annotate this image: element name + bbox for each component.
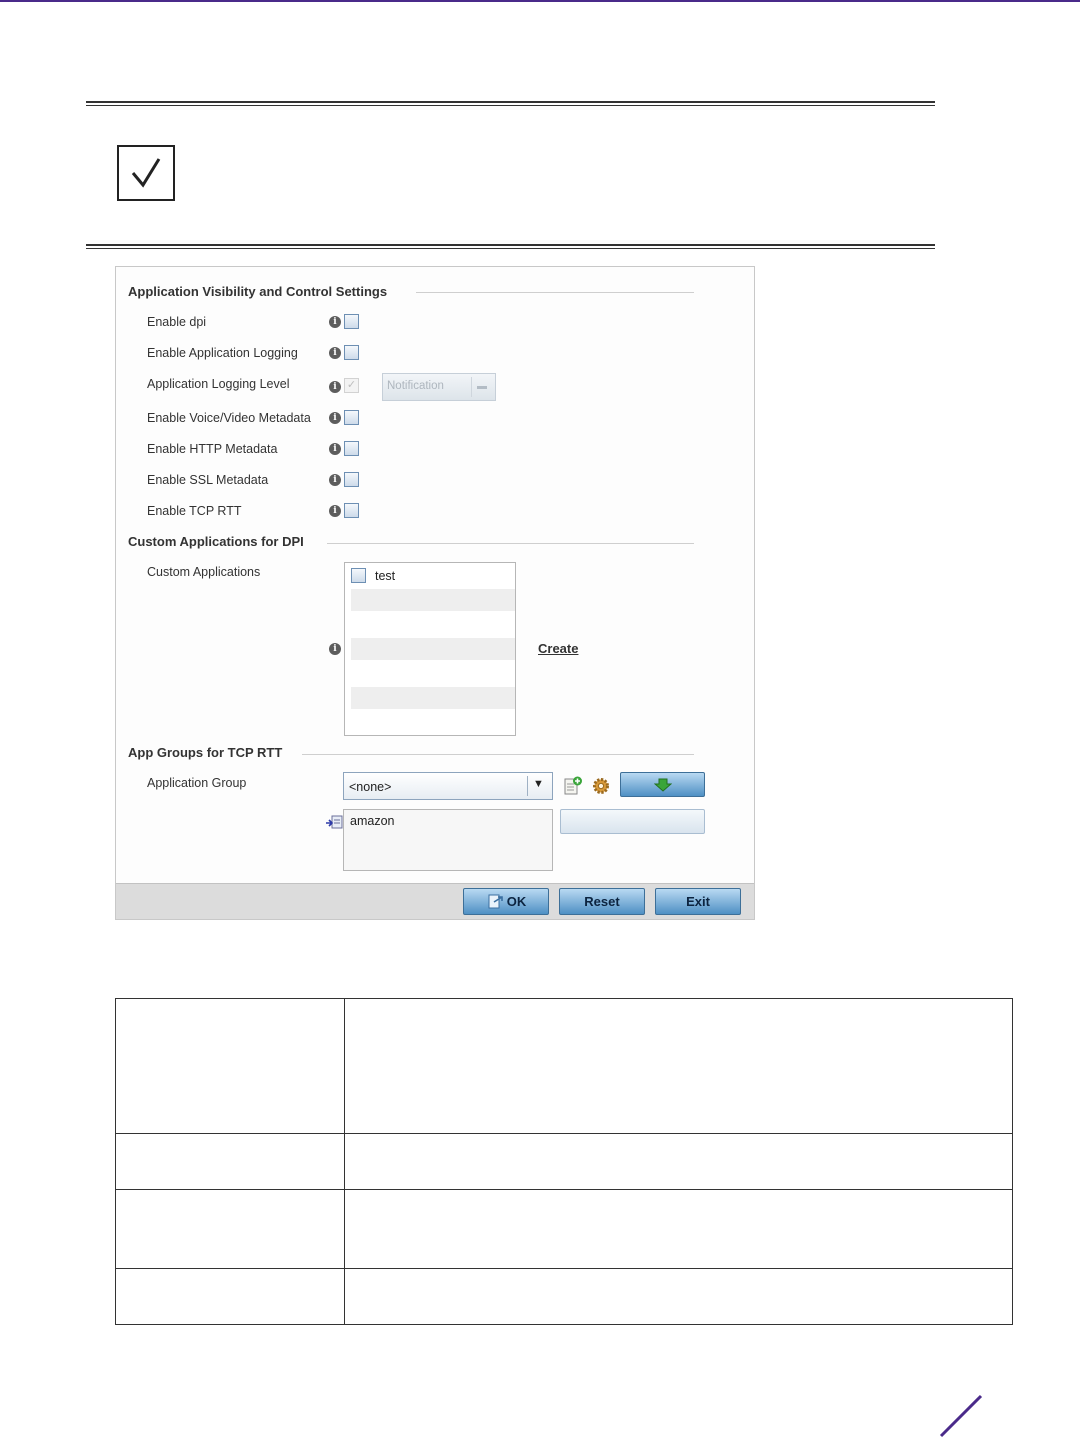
section-divider	[327, 543, 694, 544]
custom-applications-list[interactable]: test	[344, 562, 516, 736]
application-group-list[interactable]: amazon	[343, 809, 553, 871]
gear-icon[interactable]	[591, 776, 611, 801]
add-group-icon[interactable]	[563, 776, 583, 801]
table-row	[115, 1268, 1013, 1325]
note-bottom-rule	[86, 244, 935, 249]
app-logging-level-checkbox: ✓	[344, 378, 359, 393]
logging-level-value: Notification	[387, 380, 444, 392]
logging-level-select: Notification	[382, 373, 496, 401]
section-title-custom: Custom Applications for DPI	[128, 534, 304, 549]
custom-app-checkbox[interactable]	[351, 568, 366, 583]
exit-label: Exit	[686, 894, 710, 909]
enable-tcp-rtt-checkbox[interactable]	[344, 503, 359, 518]
custom-app-label: test	[375, 569, 396, 583]
chevron-down-icon: ▼	[533, 778, 544, 790]
section-title-avc: Application Visibility and Control Setti…	[128, 284, 388, 299]
enable-http-checkbox[interactable]	[344, 441, 359, 456]
label-enable-voice-video: Enable Voice/Video Metadata	[147, 411, 311, 425]
ok-button[interactable]: OK	[463, 888, 549, 915]
section-divider	[302, 754, 694, 755]
table-row	[115, 1189, 1013, 1269]
info-icon[interactable]: i	[329, 505, 341, 517]
section-title-app-groups: App Groups for TCP RTT	[128, 745, 283, 760]
reset-button[interactable]: Reset	[559, 888, 645, 915]
label-app-logging-level: Application Logging Level	[147, 377, 290, 391]
application-group-item: amazon	[350, 814, 395, 828]
description-table	[115, 998, 1013, 1325]
info-icon[interactable]: i	[329, 316, 341, 328]
application-group-select[interactable]: <none> ▼	[343, 772, 553, 800]
label-application-group: Application Group	[147, 776, 247, 790]
ok-icon	[488, 894, 503, 908]
table-row	[115, 998, 1013, 1134]
label-custom-applications: Custom Applications	[147, 565, 261, 579]
info-icon[interactable]: i	[329, 474, 341, 486]
dropdown-arrow-icon	[477, 386, 487, 389]
enable-ssl-checkbox[interactable]	[344, 472, 359, 487]
reset-label: Reset	[584, 894, 620, 909]
label-enable-dpi: Enable dpi	[147, 315, 207, 329]
application-group-value: <none>	[349, 780, 392, 794]
insert-row-icon	[325, 814, 343, 835]
remove-app-group-button[interactable]	[560, 809, 705, 834]
info-icon[interactable]: i	[329, 381, 341, 393]
note-checkmark-icon	[117, 145, 175, 201]
exit-button[interactable]: Exit	[655, 888, 741, 915]
label-enable-app-logging: Enable Application Logging	[147, 346, 298, 360]
enable-dpi-checkbox[interactable]	[344, 314, 359, 329]
info-icon[interactable]: i	[329, 412, 341, 424]
enable-voice-video-checkbox[interactable]	[344, 410, 359, 425]
label-enable-tcp-rtt: Enable TCP RTT	[147, 504, 242, 518]
label-enable-ssl: Enable SSL Metadata	[147, 473, 269, 487]
enable-app-logging-checkbox[interactable]	[344, 345, 359, 360]
table-row	[115, 1133, 1013, 1190]
note-top-rule	[86, 101, 935, 106]
page-corner-slash	[939, 1394, 983, 1438]
add-app-group-button[interactable]	[620, 772, 705, 797]
info-icon[interactable]: i	[329, 347, 341, 359]
down-arrow-icon	[653, 778, 672, 792]
info-icon[interactable]: i	[329, 443, 341, 455]
ok-label: OK	[506, 894, 527, 909]
top-accent-line	[0, 0, 1080, 2]
create-link[interactable]: Create	[538, 641, 578, 656]
info-icon[interactable]: i	[329, 643, 341, 655]
label-enable-http: Enable HTTP Metadata	[147, 442, 278, 456]
section-divider	[416, 292, 694, 293]
